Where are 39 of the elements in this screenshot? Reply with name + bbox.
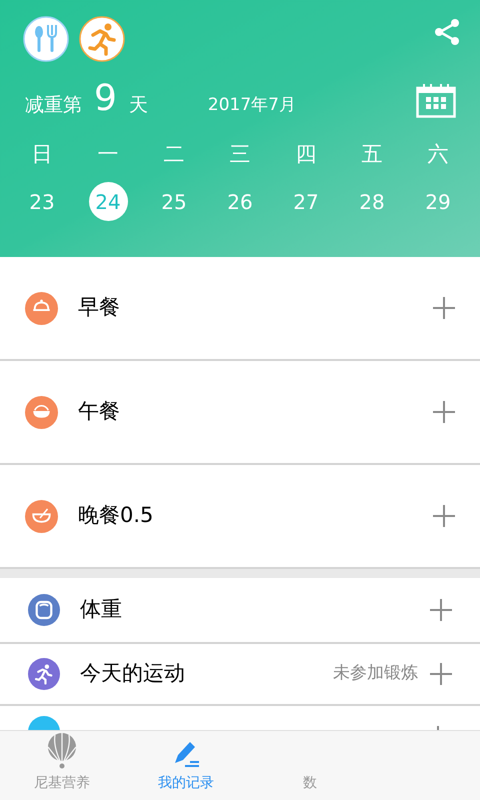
date-button[interactable]: 26	[220, 182, 260, 221]
cloche-icon	[25, 292, 58, 324]
fork-spoon-icon[interactable]	[23, 16, 69, 62]
tab-button[interactable]: 尼基营养	[0, 731, 124, 800]
weekday-label: 三	[230, 141, 250, 168]
date-button[interactable]: 23	[22, 182, 62, 221]
weekday-label: 四	[296, 141, 316, 168]
date-button[interactable]: 25	[154, 182, 194, 221]
share-icon[interactable]	[433, 18, 461, 46]
bowl-icon	[25, 500, 58, 532]
parachute-icon	[46, 733, 78, 769]
streak-unit: 天	[128, 93, 148, 117]
record-label: 体重	[80, 596, 122, 624]
weekday-label: 五	[362, 141, 382, 168]
weekday-label: 日	[32, 141, 52, 168]
date-button[interactable]: 29	[418, 182, 458, 221]
record-row[interactable]: 体重	[0, 578, 480, 644]
tab-button[interactable]: 数	[248, 731, 372, 800]
record-row[interactable]: 今天的运动 未参加锻炼	[0, 644, 480, 706]
month-label: 2017年7月	[208, 94, 296, 117]
meal-label: 早餐	[78, 294, 120, 322]
weekday-label: 一	[98, 141, 118, 168]
runner-icon[interactable]	[79, 16, 125, 62]
streak-label: 减重第	[25, 93, 82, 117]
meal-row[interactable]: 午餐	[0, 361, 480, 465]
record-status: 未参加锻炼	[333, 662, 418, 686]
calendar-icon[interactable]	[416, 84, 456, 118]
bowl-icon	[25, 396, 58, 428]
streak-days: 9	[94, 80, 117, 118]
meal-row[interactable]: 早餐	[0, 257, 480, 361]
record-label: 今天的运动	[80, 660, 185, 688]
date-button[interactable]: 27	[286, 182, 326, 221]
date-button[interactable]: 24	[88, 182, 128, 221]
date-button[interactable]: 28	[352, 182, 392, 221]
weekday-label: 二	[164, 141, 184, 168]
meal-label: 午餐	[78, 398, 120, 426]
meal-label: 晚餐0.5	[78, 502, 154, 530]
tab-button[interactable]: 我的记录	[124, 731, 248, 800]
weekday-label: 六	[428, 141, 448, 168]
